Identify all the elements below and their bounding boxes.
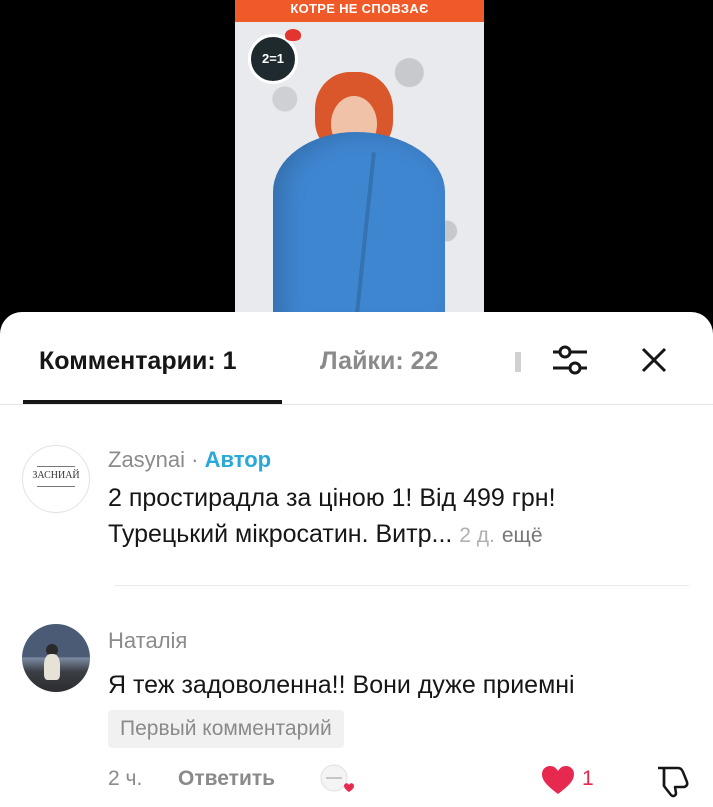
filter-icon[interactable]: [551, 342, 589, 378]
like-count: 1: [582, 767, 594, 790]
comment-text: 2 простирадла за ціною 1! Від 499 грн! Т…: [108, 480, 688, 554]
active-tab-indicator: [23, 400, 282, 404]
comment-text: Я теж задоволенна!! Вони дуже приемні: [108, 671, 575, 699]
comment-text-line-2-body: Турецький мікросатин. Витр...: [108, 520, 453, 548]
promo-badge: 2=1: [248, 29, 301, 84]
tab-overflow-hint[interactable]: [515, 352, 521, 372]
close-icon[interactable]: [638, 344, 670, 376]
bow-icon: [285, 29, 301, 41]
comment-text-line-2: Турецький мікросатин. Витр... 2 д. ещё: [108, 516, 688, 554]
video-banner: КОТРЕ НЕ СПОВЗАЄ: [235, 0, 484, 22]
reply-button[interactable]: Ответить: [178, 767, 275, 791]
tab-bar: Комментарии: 1 Лайки: 22: [0, 312, 713, 405]
creator-liked-icon: [320, 764, 354, 792]
comments-sheet: Комментарии: 1 Лайки: 22 ЗАСНИАЙ Zasynai…: [0, 312, 713, 807]
avatar[interactable]: ЗАСНИАЙ: [22, 445, 90, 513]
comment-username[interactable]: Zasynai · Автор: [108, 447, 271, 473]
avatar-brand-text: ЗАСНИАЙ: [32, 470, 80, 481]
comment-time: 2 ч.: [108, 767, 143, 790]
blanket-fold: [354, 152, 376, 322]
video-player[interactable]: КОТРЕ НЕ СПОВЗАЄ 2=1: [0, 0, 713, 330]
comment-text-line-1: 2 простирадла за ціною 1! Від 499 грн!: [108, 484, 556, 512]
video-frame[interactable]: КОТРЕ НЕ СПОВЗАЄ 2=1: [235, 0, 484, 330]
comment-username[interactable]: Наталія: [108, 628, 187, 654]
avatar-line-top: [37, 466, 75, 467]
video-blanket: [273, 132, 445, 330]
comment-time: 2 д.: [459, 524, 495, 547]
username-separator: ·: [185, 447, 205, 472]
avatar[interactable]: [22, 624, 90, 692]
first-comment-badge: Первый комментарий: [108, 710, 344, 748]
username-text[interactable]: Zasynai: [108, 447, 185, 472]
author-tag: Автор: [204, 447, 272, 472]
comment-divider: [115, 585, 689, 586]
tab-likes[interactable]: Лайки: 22: [320, 347, 438, 376]
more-link[interactable]: ещё: [502, 524, 543, 547]
tab-comments[interactable]: Комментарии: 1: [39, 347, 237, 376]
avatar-line-bottom: [37, 486, 75, 487]
avatar-person-body: [44, 654, 60, 680]
dislike-icon[interactable]: [654, 764, 690, 798]
heart-icon[interactable]: [540, 764, 576, 796]
promo-badge-text: 2=1: [261, 51, 285, 66]
